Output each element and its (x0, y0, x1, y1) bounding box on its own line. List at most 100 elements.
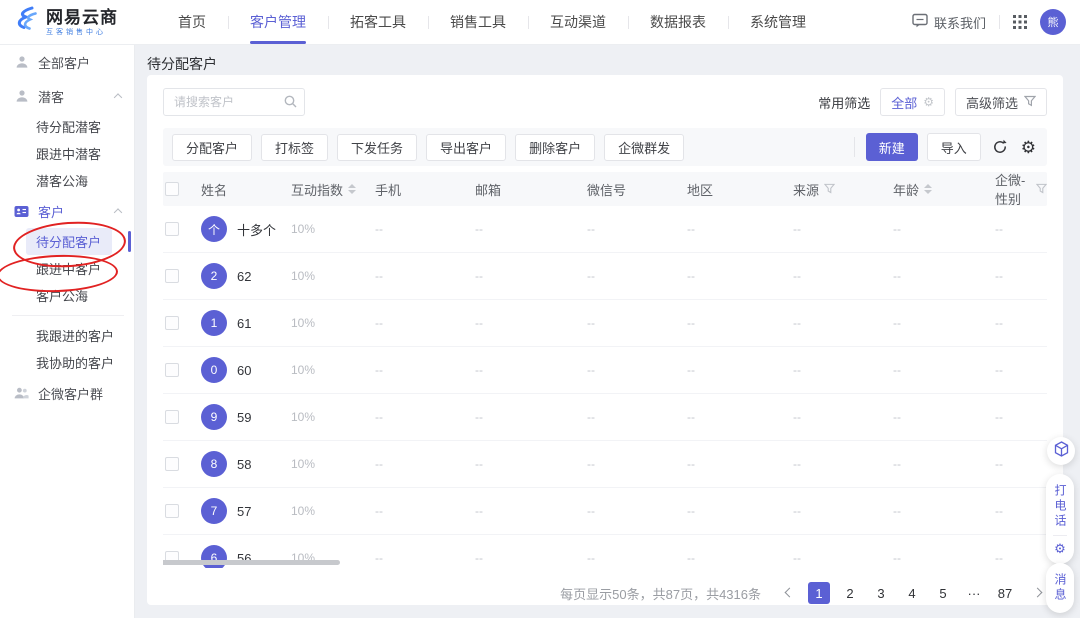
nav-item[interactable]: 销售工具 (428, 0, 528, 44)
nav-item[interactable]: 数据报表 (628, 0, 728, 44)
page-number[interactable]: 2 (839, 582, 861, 604)
avatar: 7 (201, 498, 227, 524)
column-header[interactable]: 年龄 (893, 180, 995, 199)
row-checkbox[interactable] (165, 410, 179, 424)
page-number[interactable]: 5 (932, 582, 954, 604)
empty-cell-age: -- (893, 363, 995, 377)
user-icon (14, 89, 29, 103)
page-number[interactable]: 87 (994, 582, 1016, 604)
row-checkbox[interactable] (165, 504, 179, 518)
table-row[interactable]: 9 59 10% -- -- -- -- -- -- -- (163, 394, 1047, 441)
column-header[interactable]: 地区 (687, 180, 793, 199)
sidebar-item[interactable]: 待分配客户 (26, 228, 112, 255)
page-number[interactable]: ··· (963, 582, 985, 604)
page-number[interactable]: 1 (808, 582, 830, 604)
bulk-action-button[interactable]: 企微群发 (604, 134, 684, 161)
nav-item[interactable]: 互动渠道 (528, 0, 628, 44)
brand-logo[interactable]: 网易云商 互客销售中心 (14, 6, 118, 38)
sidebar-item[interactable]: 待分配潜客 (0, 113, 134, 140)
column-header[interactable]: 姓名 (201, 180, 291, 199)
customer-name[interactable]: 59 (237, 410, 251, 425)
customer-name[interactable]: 58 (237, 457, 251, 472)
advanced-filter-button[interactable]: 高级筛选 (955, 88, 1047, 116)
bulk-action-button[interactable]: 导出客户 (426, 134, 506, 161)
chevron-up-icon[interactable] (114, 208, 122, 216)
sort-icon[interactable] (924, 184, 932, 194)
nav-item[interactable]: 系统管理 (728, 0, 828, 44)
table-row[interactable]: 1 61 10% -- -- -- -- -- -- -- (163, 300, 1047, 347)
bulk-action-button[interactable]: 打标签 (261, 134, 328, 161)
empty-cell-gender: -- (995, 551, 1047, 565)
empty-cell-gender: -- (995, 363, 1047, 377)
sidebar-item[interactable]: 全部客户 (0, 45, 134, 79)
customer-name[interactable]: 62 (237, 269, 251, 284)
user-avatar[interactable]: 熊 (1040, 9, 1066, 35)
sidebar-item[interactable]: 我跟进的客户 (0, 322, 134, 349)
filter-icon[interactable] (1036, 182, 1047, 197)
table-row[interactable]: 2 62 10% -- -- -- -- -- -- -- (163, 253, 1047, 300)
sidebar-item[interactable]: 潜客 (0, 79, 134, 113)
page-next-button[interactable] (1025, 582, 1047, 604)
column-header[interactable]: 手机 (375, 180, 475, 199)
float-gear-icon[interactable]: ⚙ (1054, 542, 1066, 555)
bulk-action-button[interactable]: 下发任务 (337, 134, 417, 161)
filter-icon[interactable] (824, 182, 835, 197)
row-checkbox[interactable] (165, 269, 179, 283)
refresh-icon[interactable] (990, 137, 1010, 157)
horizontal-scrollbar[interactable] (163, 560, 340, 565)
row-checkbox[interactable] (165, 222, 179, 236)
customer-name[interactable]: 十多个 (237, 220, 276, 239)
common-filter-select[interactable]: 全部 ⚙ (880, 88, 945, 116)
sidebar-item[interactable]: 企微客户群 (0, 376, 134, 410)
table-row[interactable]: 个 十多个 10% -- -- -- -- -- -- -- (163, 206, 1047, 253)
table-row[interactable]: 0 60 10% -- -- -- -- -- -- -- (163, 347, 1047, 394)
chevron-up-icon[interactable] (114, 93, 122, 101)
row-checkbox[interactable] (165, 457, 179, 471)
row-checkbox[interactable] (165, 363, 179, 377)
users-icon (14, 386, 29, 400)
import-button[interactable]: 导入 (927, 133, 981, 161)
column-header[interactable]: 企微-性别 (995, 170, 1047, 208)
select-all-checkbox[interactable] (165, 182, 179, 196)
apps-grid-icon[interactable] (1013, 15, 1027, 29)
sidebar-item[interactable]: 客户公海 (0, 282, 134, 309)
bulk-action-button[interactable]: 删除客户 (515, 134, 595, 161)
table-row[interactable]: 8 58 10% -- -- -- -- -- -- -- (163, 441, 1047, 488)
float-cube-button[interactable] (1047, 437, 1075, 465)
customer-name[interactable]: 61 (237, 316, 251, 331)
page-number[interactable]: 4 (901, 582, 923, 604)
page-prev-button[interactable] (777, 582, 799, 604)
sidebar-item[interactable]: 客户 (0, 194, 134, 228)
nav-item[interactable]: 客户管理 (228, 0, 328, 44)
pagination-summary: 每页显示50条，共87页，共4316条 (560, 584, 761, 603)
gear-icon[interactable]: ⚙ (923, 96, 934, 108)
contact-us-button[interactable]: 联系我们 (912, 13, 986, 32)
empty-cell-wechat: -- (587, 222, 687, 236)
table-row[interactable]: 7 57 10% -- -- -- -- -- -- -- (163, 488, 1047, 535)
create-button[interactable]: 新建 (866, 133, 918, 161)
float-message-button[interactable]: 消息 (1046, 563, 1074, 613)
column-header[interactable]: 邮箱 (475, 180, 587, 199)
column-header[interactable]: 微信号 (587, 180, 687, 199)
column-label: 手机 (375, 180, 401, 199)
column-header[interactable]: 互动指数 (291, 180, 375, 199)
sort-icon[interactable] (348, 184, 356, 194)
nav-item[interactable]: 首页 (156, 0, 228, 44)
column-header[interactable]: 来源 (793, 180, 893, 199)
row-checkbox[interactable] (165, 316, 179, 330)
sidebar-item[interactable]: 跟进中客户 (0, 255, 134, 282)
settings-gear-icon[interactable]: ⚙ (1019, 137, 1038, 158)
avatar: 1 (201, 310, 227, 336)
float-call-button[interactable]: 打电话 ⚙ (1046, 474, 1074, 564)
nav-item[interactable]: 拓客工具 (328, 0, 428, 44)
customer-name[interactable]: 57 (237, 504, 251, 519)
bulk-action-button[interactable]: 分配客户 (172, 134, 252, 161)
sidebar-item[interactable]: 潜客公海 (0, 167, 134, 194)
engagement-value: 10% (291, 363, 375, 377)
customer-name[interactable]: 60 (237, 363, 251, 378)
engagement-value: 10% (291, 316, 375, 330)
sidebar-item[interactable]: 我协助的客户 (0, 349, 134, 376)
empty-cell-age: -- (893, 504, 995, 518)
page-number[interactable]: 3 (870, 582, 892, 604)
sidebar-item[interactable]: 跟进中潜客 (0, 140, 134, 167)
